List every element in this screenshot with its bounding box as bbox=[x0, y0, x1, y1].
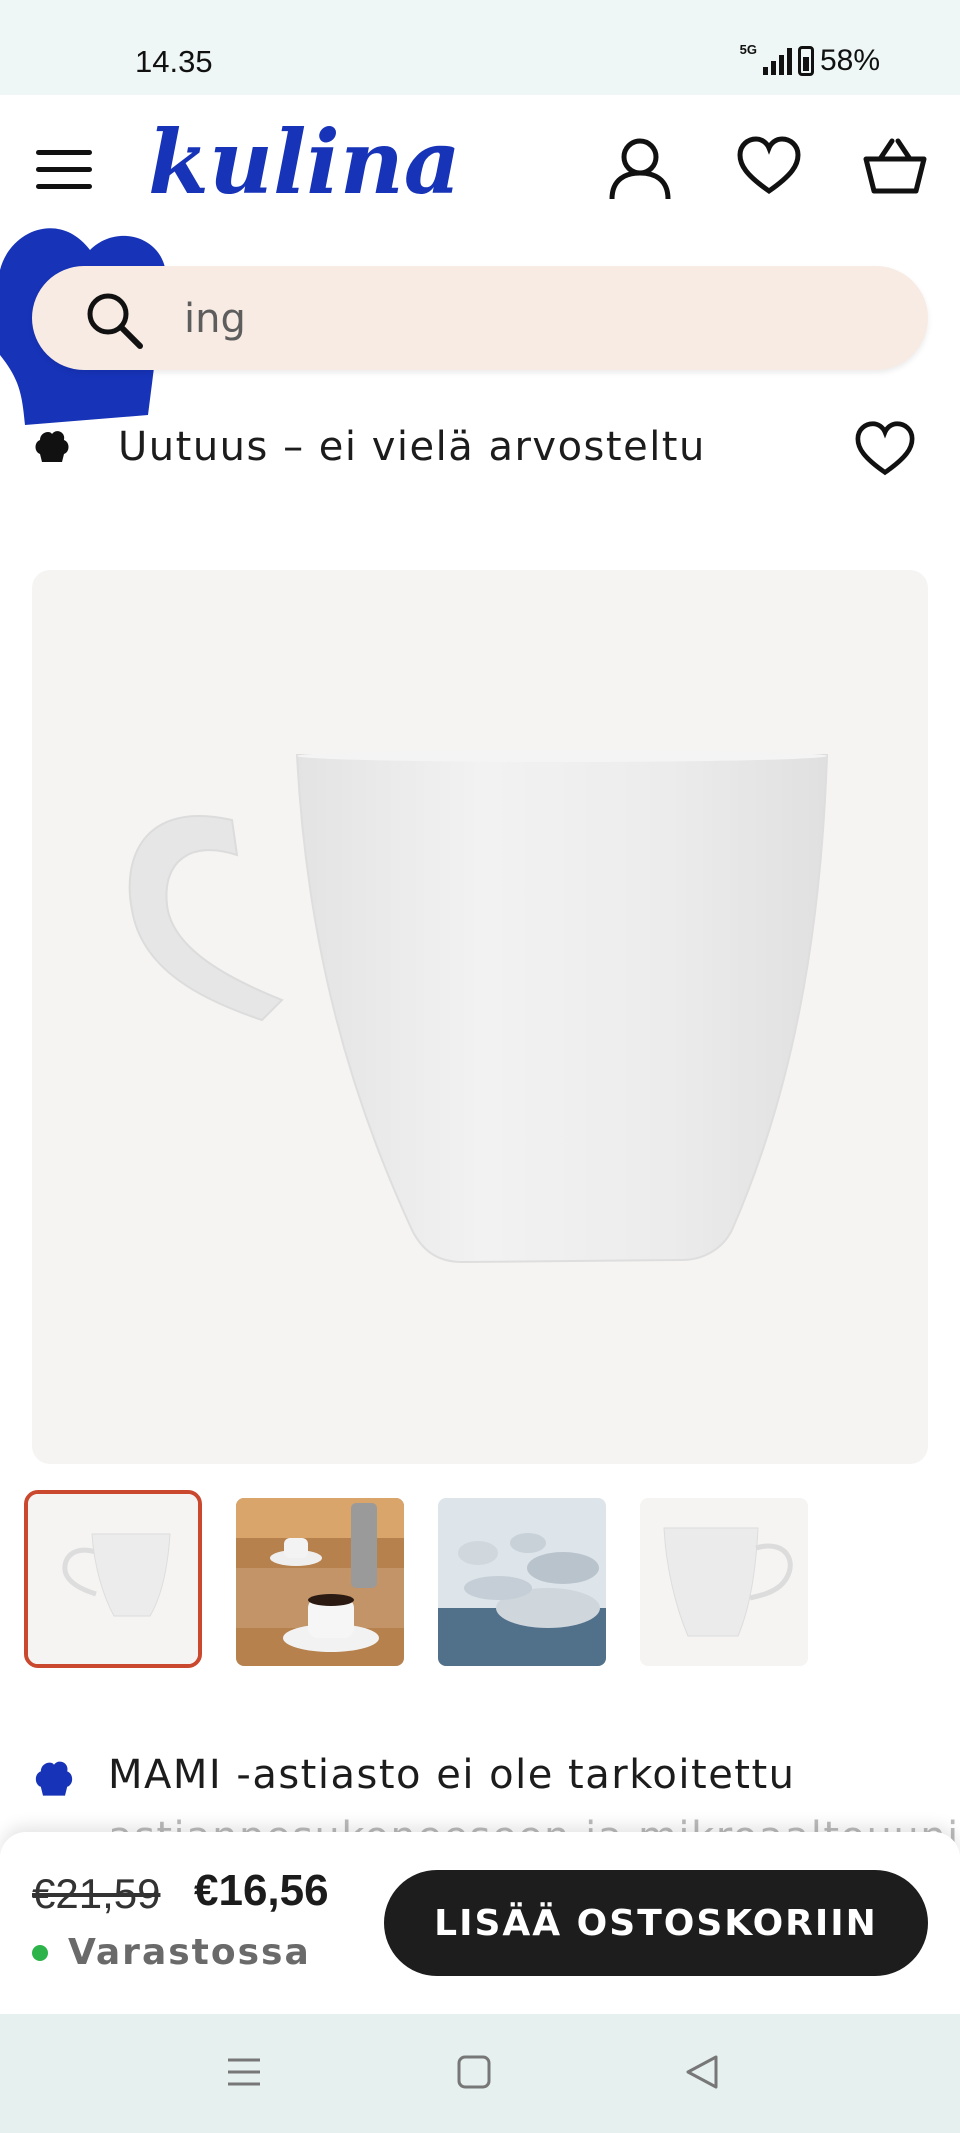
basket-icon[interactable] bbox=[862, 135, 928, 197]
network-type: 5G bbox=[739, 41, 757, 57]
search-bar[interactable] bbox=[32, 266, 928, 370]
search-icon[interactable] bbox=[84, 290, 144, 350]
thumbnail-table-image bbox=[236, 1498, 404, 1666]
thumbnail-mug-side-image bbox=[640, 1498, 808, 1666]
home-icon[interactable] bbox=[456, 2054, 492, 2090]
review-status: Uutuus – ei vielä arvosteltu bbox=[118, 424, 706, 470]
battery-level: 58% bbox=[819, 44, 880, 77]
product-image[interactable] bbox=[32, 570, 928, 1464]
thumbnail-4[interactable] bbox=[640, 1498, 808, 1666]
site-header: kulina bbox=[0, 95, 960, 245]
signal-icon bbox=[762, 47, 792, 75]
thumbnail-strip bbox=[24, 1490, 924, 1675]
mug-image bbox=[128, 750, 829, 1264]
status-indicators: 5G 58% bbox=[739, 41, 880, 78]
add-to-wishlist-icon[interactable] bbox=[854, 420, 916, 478]
account-icon[interactable] bbox=[606, 135, 674, 203]
add-to-cart-button[interactable]: LISÄÄ OSTOSKORIIN bbox=[384, 1870, 928, 1976]
recent-apps-icon[interactable] bbox=[226, 2054, 262, 2090]
back-icon[interactable] bbox=[684, 2054, 720, 2090]
thumbnail-tableware-image bbox=[438, 1498, 606, 1666]
thumbnail-1[interactable] bbox=[24, 1490, 202, 1668]
thumbnail-mug-image bbox=[28, 1494, 198, 1664]
logo[interactable]: kulina bbox=[148, 110, 488, 219]
status-time: 14.35 bbox=[135, 44, 213, 79]
search-input[interactable] bbox=[182, 288, 886, 350]
menu-icon bbox=[36, 150, 92, 155]
rating-row: Uutuus – ei vielä arvosteltu bbox=[32, 420, 928, 480]
chef-hat-icon bbox=[35, 431, 69, 462]
buy-bar: €21,59 €16,56 Varastossa LISÄÄ OSTOSKORI… bbox=[0, 1832, 960, 2014]
kulina-logo: kulina bbox=[148, 110, 461, 214]
status-bar: 14.35 5G 58% bbox=[0, 0, 960, 95]
stock-text: Varastossa bbox=[68, 1932, 311, 1973]
menu-button[interactable] bbox=[36, 150, 92, 194]
chef-hat-icon bbox=[35, 1761, 73, 1796]
notice-line-1: MAMI -astiasto ei ole tarkoitettu bbox=[108, 1752, 796, 1798]
system-nav-bar bbox=[0, 2014, 960, 2133]
thumbnail-2[interactable] bbox=[236, 1498, 404, 1666]
sale-price: €16,56 bbox=[194, 1866, 329, 1915]
thumbnail-3[interactable] bbox=[438, 1498, 606, 1666]
battery-icon bbox=[797, 46, 814, 76]
in-stock-dot-icon bbox=[32, 1944, 48, 1961]
heart-icon[interactable] bbox=[736, 135, 802, 197]
original-price: €21,59 bbox=[32, 1870, 161, 1917]
stock-status: Varastossa bbox=[32, 1932, 311, 1973]
svg-text:kulina: kulina bbox=[148, 115, 461, 214]
